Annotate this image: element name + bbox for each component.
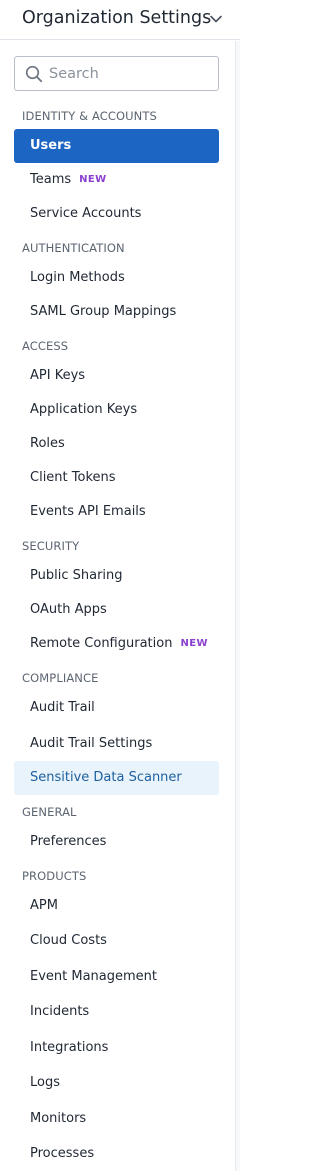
section-title-authentication: AUTHENTICATION: [22, 241, 125, 255]
sidebar-item-label: Logs: [30, 1075, 60, 1090]
sidebar-item-label: Sensitive Data Scanner: [30, 770, 182, 785]
chevron-down-icon[interactable]: [209, 12, 223, 26]
sidebar-item-service-accounts[interactable]: Service Accounts: [14, 197, 219, 231]
sidebar-item-sensitive-data-scanner[interactable]: Sensitive Data Scanner: [14, 761, 219, 795]
sidebar-item-public-sharing[interactable]: Public Sharing: [14, 559, 219, 593]
sidebar-item-teams[interactable]: Teams NEW: [14, 163, 219, 197]
sidebar-item-label: Cloud Costs: [30, 933, 107, 948]
sidebar-item-label: Remote Configuration NEW: [30, 636, 208, 651]
sidebar-item-label: API Keys: [30, 368, 86, 383]
sidebar-item-label: Client Tokens: [30, 470, 116, 485]
new-badge: NEW: [79, 174, 107, 185]
sidebar-item-remote-configuration[interactable]: Remote Configuration NEW: [14, 627, 219, 661]
sidebar-item-integrations[interactable]: Integrations: [14, 1031, 219, 1065]
sidebar-item-label: Service Accounts: [30, 206, 142, 221]
section-title-general: GENERAL: [22, 805, 77, 819]
sidebar-item-client-tokens[interactable]: Client Tokens: [14, 461, 219, 495]
sidebar-item-label: Integrations: [30, 1040, 109, 1055]
settings-header[interactable]: Organization Settings: [0, 0, 240, 40]
sidebar-item-incidents[interactable]: Incidents: [14, 995, 219, 1029]
sidebar-item-label: Application Keys: [30, 402, 138, 417]
section-title-identity-accounts: IDENTITY & ACCOUNTS: [22, 109, 157, 123]
sidebar-item-label: Public Sharing: [30, 568, 123, 583]
sidebar-item-event-management[interactable]: Event Management: [14, 960, 219, 994]
section-title-security: SECURITY: [22, 539, 80, 553]
sidebar-item-cloud-costs[interactable]: Cloud Costs: [14, 924, 219, 958]
sidebar-item-label: Event Management: [30, 969, 158, 984]
sidebar-item-label: Teams NEW: [30, 172, 107, 187]
search-input[interactable]: [49, 57, 214, 90]
sidebar-item-processes[interactable]: Processes: [14, 1137, 219, 1171]
sidebar-item-label: Users: [30, 138, 72, 153]
sidebar-item-monitors[interactable]: Monitors: [14, 1102, 219, 1136]
sidebar-item-apm[interactable]: APM: [14, 889, 219, 923]
scrollbar[interactable]: [235, 41, 240, 1171]
sidebar-item-label: Incidents: [30, 1004, 90, 1019]
sidebar-item-events-api-emails[interactable]: Events API Emails: [14, 495, 219, 529]
sidebar-item-label: Audit Trail Settings: [30, 736, 153, 751]
new-badge: NEW: [180, 638, 208, 649]
sidebar-item-audit-trail-settings[interactable]: Audit Trail Settings: [14, 727, 219, 761]
sidebar-item-label: Monitors: [30, 1111, 87, 1126]
sidebar-item-application-keys[interactable]: Application Keys: [14, 393, 219, 427]
sidebar-item-label: Events API Emails: [30, 504, 146, 519]
sidebar-item-label: Audit Trail: [30, 700, 95, 715]
section-title-products: PRODUCTS: [22, 869, 87, 883]
page-title: Organization Settings: [22, 8, 212, 28]
sidebar-item-users[interactable]: Users: [14, 129, 219, 163]
sidebar-item-label: APM: [30, 898, 58, 913]
sidebar-item-label: Roles: [30, 436, 65, 451]
section-title-access: ACCESS: [22, 339, 69, 353]
sidebar-item-logs[interactable]: Logs: [14, 1066, 219, 1100]
section-title-compliance: COMPLIANCE: [22, 671, 99, 685]
sidebar-item-label: SAML Group Mappings: [30, 304, 177, 319]
sidebar-item-label: Login Methods: [30, 270, 125, 285]
sidebar-item-audit-trail[interactable]: Audit Trail: [14, 691, 219, 725]
sidebar-item-login-methods[interactable]: Login Methods: [14, 261, 219, 295]
sidebar-item-preferences[interactable]: Preferences: [14, 825, 219, 859]
sidebar-item-oauth-apps[interactable]: OAuth Apps: [14, 593, 219, 627]
sidebar-item-api-keys[interactable]: API Keys: [14, 359, 219, 393]
sidebar-item-label: Preferences: [30, 834, 107, 849]
search-icon: [25, 65, 43, 83]
sidebar-item-saml-group-mappings[interactable]: SAML Group Mappings: [14, 295, 219, 329]
sidebar-item-label: Processes: [30, 1146, 95, 1161]
search-box[interactable]: [14, 56, 219, 91]
sidebar-item-roles[interactable]: Roles: [14, 427, 219, 461]
sidebar-item-label: OAuth Apps: [30, 602, 107, 617]
